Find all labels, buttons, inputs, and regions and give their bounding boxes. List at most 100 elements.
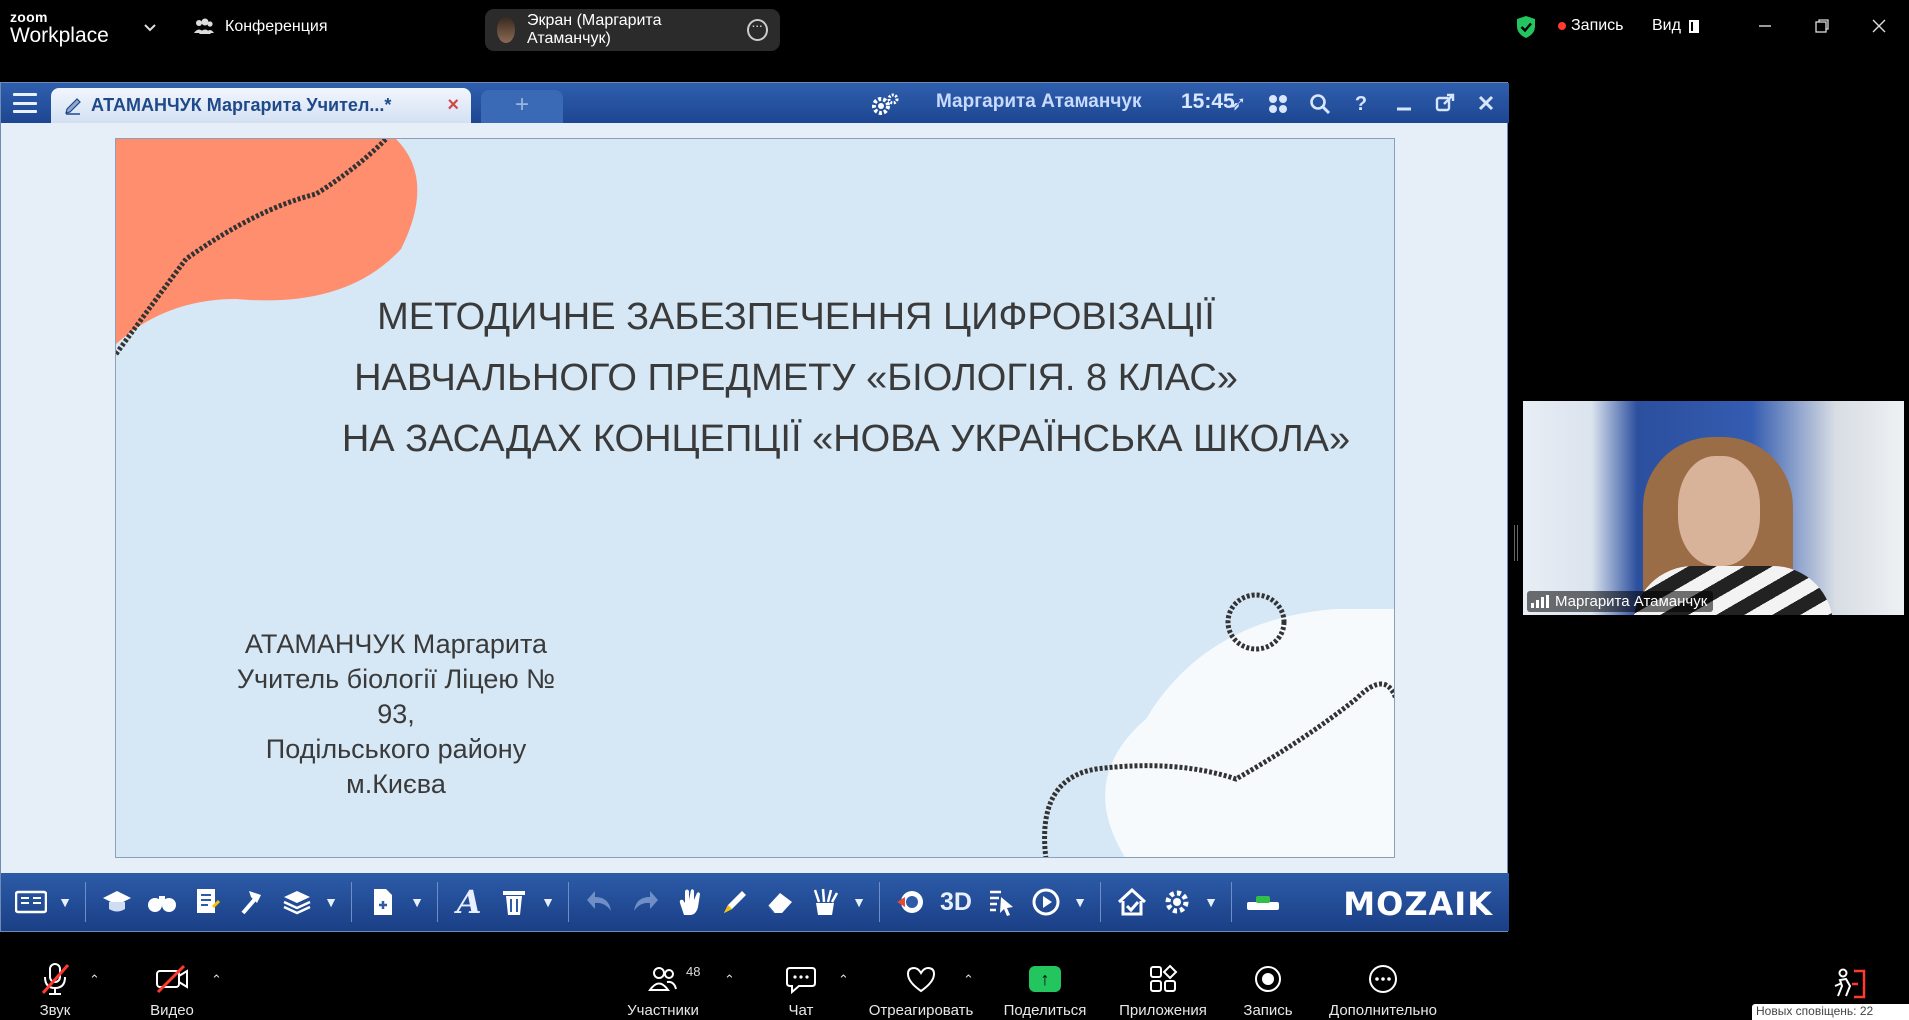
restore-window-icon[interactable] [1810, 14, 1834, 38]
toolbar-separator [568, 882, 569, 922]
muted-mic-icon [38, 960, 72, 998]
new-tab-button[interactable]: + [481, 90, 563, 123]
settings-gear-icon[interactable] [1159, 884, 1195, 920]
author-name: АТАМАНЧУК Маргарита [244, 629, 548, 659]
security-shield-icon[interactable] [1515, 15, 1537, 39]
author-position: Учитель біології Ліцею № 93, [236, 664, 556, 729]
toolbar-separator [85, 882, 86, 922]
book-dropdown-icon[interactable]: ▼ [58, 884, 72, 920]
zoom-workplace-logo[interactable]: zoom Workplace [10, 10, 109, 46]
participant-video-tile[interactable]: Маргарита Атаманчук [1523, 401, 1904, 615]
tools-hammer-icon[interactable] [234, 884, 270, 920]
audio-options-caret-icon[interactable]: ⌃ [89, 972, 100, 988]
video-button[interactable]: Видео [112, 960, 232, 1019]
marker-pen-icon[interactable] [717, 884, 753, 920]
popout-icon[interactable] [1434, 93, 1456, 115]
minimize-window-icon[interactable] [1753, 14, 1777, 38]
mozaik-toolbar: ▼ ▼ ▼ A ▼ ▼ 3D ▼ ▼ MOZAIK [1, 873, 1509, 931]
brush-cup-icon[interactable] [807, 884, 843, 920]
eraser-icon[interactable] [762, 884, 798, 920]
leave-meeting-icon[interactable] [1832, 968, 1866, 1000]
more-button[interactable]: Дополнительно [1323, 960, 1443, 1019]
minimize-mozaik-icon[interactable] [1393, 93, 1415, 115]
screen-share-indicator[interactable]: Экран (Маргарита Атаманчук) [485, 9, 780, 51]
mozaik-logo-text: MOZAIK [1343, 885, 1493, 923]
close-window-icon[interactable] [1867, 14, 1891, 38]
react-button[interactable]: Отреагировать [861, 960, 981, 1019]
slide-title-line-2: НАВЧАЛЬНОГО ПРЕДМЕТУ «БІОЛОГІЯ. 8 КЛАС» [354, 357, 1238, 399]
participants-options-caret-icon[interactable]: ⌃ [724, 972, 735, 988]
participants-button[interactable]: Участники [603, 960, 723, 1019]
participants-count-badge: 48 [686, 964, 701, 979]
home-check-icon[interactable] [1114, 884, 1150, 920]
zoom-meeting-controls: Звук ⌃ Видео ⌃ Участники 48 ⌃ Чат ⌃ Отре… [0, 952, 1909, 1020]
undo-icon[interactable] [582, 884, 618, 920]
media-player-icon[interactable] [893, 884, 929, 920]
audio-button[interactable]: Звук [0, 960, 115, 1019]
text-tool-icon[interactable]: A [451, 883, 487, 921]
chat-button[interactable]: Чат [741, 960, 861, 1019]
view-button[interactable]: Вид [1652, 17, 1699, 35]
trash-dropdown-icon[interactable]: ▼ [541, 884, 555, 920]
hamburger-menu-icon[interactable] [13, 93, 37, 113]
settings-gears-icon[interactable] [869, 91, 901, 117]
brush-dropdown-icon[interactable]: ▼ [852, 884, 866, 920]
video-label: Видео [150, 1002, 194, 1019]
conference-button[interactable]: Конференция [193, 18, 328, 36]
chat-label: Чат [788, 1002, 814, 1019]
play-dropdown-icon[interactable]: ▼ [1073, 884, 1087, 920]
new-page-icon[interactable] [365, 884, 401, 920]
hand-pointer-icon[interactable] [672, 884, 708, 920]
trash-icon[interactable] [496, 884, 532, 920]
close-tab-icon[interactable]: × [447, 94, 459, 117]
slide-title-line-3: НА ЗАСАДАХ КОНЦЕПЦІЇ «НОВА УКРАЇНСЬКА ШК… [341, 418, 1351, 460]
play-icon[interactable] [1028, 884, 1064, 920]
chat-options-caret-icon[interactable]: ⌃ [838, 972, 849, 988]
page-dropdown-icon[interactable]: ▼ [410, 884, 424, 920]
share-icon-wrap: ↑ [1029, 960, 1061, 998]
more-options-icon[interactable] [747, 17, 768, 41]
presenter-avatar [497, 17, 515, 43]
apps-icon [1148, 960, 1178, 998]
notifications-popup[interactable]: Новых сповіщень: 22 [1752, 1004, 1909, 1020]
share-screen-button[interactable]: ↑ Поделиться [985, 960, 1105, 1019]
more-dots-icon [1367, 960, 1399, 998]
document-list-icon[interactable] [189, 884, 225, 920]
react-options-caret-icon[interactable]: ⌃ [963, 972, 974, 988]
apps-grid-icon[interactable] [1267, 93, 1289, 115]
more-label: Дополнительно [1329, 1002, 1437, 1019]
apps-button[interactable]: Приложения [1103, 960, 1223, 1019]
recording-indicator[interactable]: Запись [1558, 17, 1624, 35]
video-options-caret-icon[interactable]: ⌃ [211, 972, 222, 988]
mozaik-logo: MOZAIK [1343, 885, 1493, 923]
mozaik-document-tab[interactable]: АТАМАНЧУК Маргарита Учител...* × [51, 88, 471, 123]
toolbar-separator [1231, 882, 1232, 922]
share-arrow-icon: ↑ [1029, 966, 1061, 992]
redo-icon[interactable] [627, 884, 663, 920]
help-icon[interactable]: ? [1350, 93, 1372, 115]
apps-label: Приложения [1119, 1002, 1207, 1019]
book-icon[interactable] [13, 884, 49, 920]
graduation-cap-icon[interactable] [99, 884, 135, 920]
slide-title: МЕТОДИЧНЕ ЗАБЕЗПЕЧЕННЯ ЦИФРОВІЗАЦІЇ НАВЧ… [116, 287, 1394, 470]
layers-icon[interactable] [279, 884, 315, 920]
recording-dot-icon [1558, 22, 1566, 30]
slide-author: АТАМАНЧУК Маргарита Учитель біології Ліц… [216, 627, 576, 802]
close-mozaik-icon[interactable] [1475, 93, 1497, 115]
video-off-icon [154, 960, 190, 998]
heart-icon [905, 960, 937, 998]
recording-label: Запись [1571, 17, 1624, 34]
3d-models-icon[interactable]: 3D [938, 884, 974, 920]
layers-dropdown-icon[interactable]: ▼ [324, 884, 338, 920]
whiteboard-tray-icon[interactable] [1245, 884, 1281, 920]
binoculars-icon[interactable] [144, 884, 180, 920]
chevron-down-icon[interactable] [143, 20, 157, 34]
pencil-icon [65, 97, 81, 115]
search-icon[interactable] [1309, 93, 1331, 115]
settings-dropdown-icon[interactable]: ▼ [1204, 884, 1218, 920]
list-cursor-icon[interactable] [983, 884, 1019, 920]
panel-splitter-handle[interactable] [1514, 525, 1518, 561]
rocket-icon[interactable]: ➶ [1227, 93, 1249, 115]
react-label: Отреагировать [868, 1002, 974, 1019]
record-button[interactable]: Запись [1208, 960, 1328, 1019]
